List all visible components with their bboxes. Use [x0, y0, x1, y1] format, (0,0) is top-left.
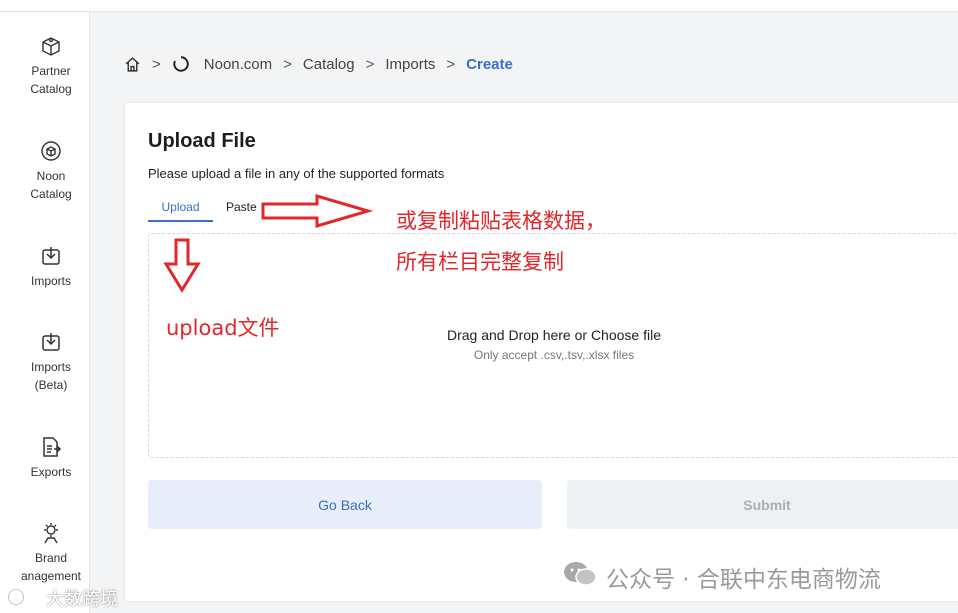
tab-paste[interactable]: Paste: [226, 200, 257, 220]
sidebar-item-partner-catalog[interactable]: Partner Catalog: [12, 34, 90, 98]
annotation-paste-note: 或复制粘贴表格数据，所有栏目完整复制: [396, 209, 606, 274]
wechat-watermark: [562, 560, 598, 588]
noon-catalog-icon: [41, 141, 61, 161]
chevron-right-icon: >: [283, 55, 292, 73]
sidebar: Partner Catalog Noon Catalog Imports Imp…: [12, 12, 90, 613]
sidebar-item-label: Brand anagement: [20, 551, 82, 583]
watermark-left-logo: [8, 586, 42, 613]
dropzone-hint: Only accept .csv,.tsv,.xlsx files: [473, 348, 635, 362]
page-title: Upload File: [148, 130, 256, 152]
sidebar-item-brand-management[interactable]: Brand anagement: [12, 521, 90, 585]
chevron-right-icon: >: [365, 55, 375, 73]
sidebar-item-exports[interactable]: Exports: [12, 435, 90, 481]
page-subtitle: Please upload a file in any of the suppo…: [148, 166, 445, 181]
wechat-icon: [564, 562, 597, 586]
sidebar-item-label: Noon Catalog: [30, 169, 72, 201]
watermark-left-text: 大数跨境: [46, 589, 118, 610]
submit-button[interactable]: Submit: [567, 480, 958, 529]
left-gutter: [0, 12, 12, 613]
breadcrumb-imports[interactable]: Imports: [385, 56, 435, 73]
brand-management-icon: [44, 523, 58, 544]
sidebar-item-label: Partner Catalog: [30, 64, 72, 96]
exports-icon: [43, 437, 62, 457]
chevron-right-icon: >: [446, 55, 456, 73]
noon-logo-icon: [173, 56, 189, 72]
sidebar-item-noon-catalog[interactable]: Noon Catalog: [12, 139, 90, 203]
watermark-right-text: 公众号 · 合联中东电商物流: [606, 567, 881, 593]
home-icon[interactable]: [124, 56, 141, 73]
annotation-upload-note: upload文件: [166, 316, 280, 340]
breadcrumb-create: Create: [466, 55, 513, 73]
sidebar-item-imports[interactable]: Imports: [12, 244, 90, 290]
sidebar-item-imports-beta[interactable]: Imports (Beta): [12, 330, 90, 394]
tab-upload[interactable]: Upload: [148, 200, 213, 222]
sidebar-item-label: Imports: [30, 274, 71, 288]
imports-icon: [42, 247, 60, 265]
partner-catalog-icon: [42, 37, 60, 56]
breadcrumb-catalog[interactable]: Catalog: [303, 56, 355, 73]
breadcrumb: > Noon.com > Catalog > Imports > Create: [124, 52, 513, 76]
go-back-button[interactable]: Go Back: [148, 480, 542, 529]
imports-beta-icon: [42, 333, 60, 351]
sidebar-item-label: Imports (Beta): [30, 360, 71, 392]
top-bar: [0, 0, 958, 12]
breadcrumb-noon[interactable]: Noon.com: [204, 56, 272, 73]
sidebar-item-label: Exports: [30, 465, 72, 479]
chevron-right-icon: >: [152, 55, 161, 73]
dashu-logo-icon: [8, 589, 36, 605]
